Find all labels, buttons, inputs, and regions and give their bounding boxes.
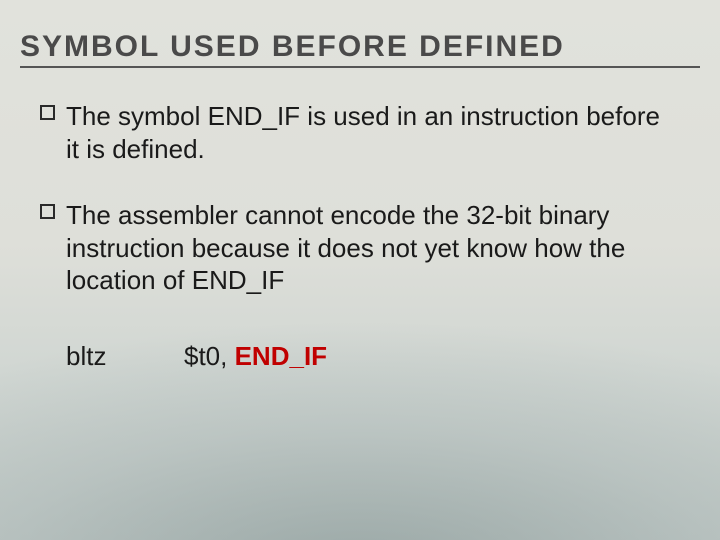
slide-title: SYMBOL USED BEFORE DEFINED <box>20 30 700 68</box>
code-mnemonic: bltz <box>66 341 184 372</box>
slide: SYMBOL USED BEFORE DEFINED The symbol EN… <box>0 0 720 540</box>
code-arg-highlight: END_IF <box>235 341 327 371</box>
bullet-item: The symbol END_IF is used in an instruct… <box>40 100 680 165</box>
slide-content: The symbol END_IF is used in an instruct… <box>40 100 680 372</box>
code-line: bltz$t0, END_IF <box>40 341 680 372</box>
bullet-text: The symbol END_IF is used in an instruct… <box>66 101 660 164</box>
code-arg-plain: $t0, <box>184 341 235 371</box>
bullet-text: The assembler cannot encode the 32-bit b… <box>66 200 625 295</box>
bullet-item: The assembler cannot encode the 32-bit b… <box>40 199 680 297</box>
square-bullet-icon <box>40 105 55 120</box>
square-bullet-icon <box>40 204 55 219</box>
